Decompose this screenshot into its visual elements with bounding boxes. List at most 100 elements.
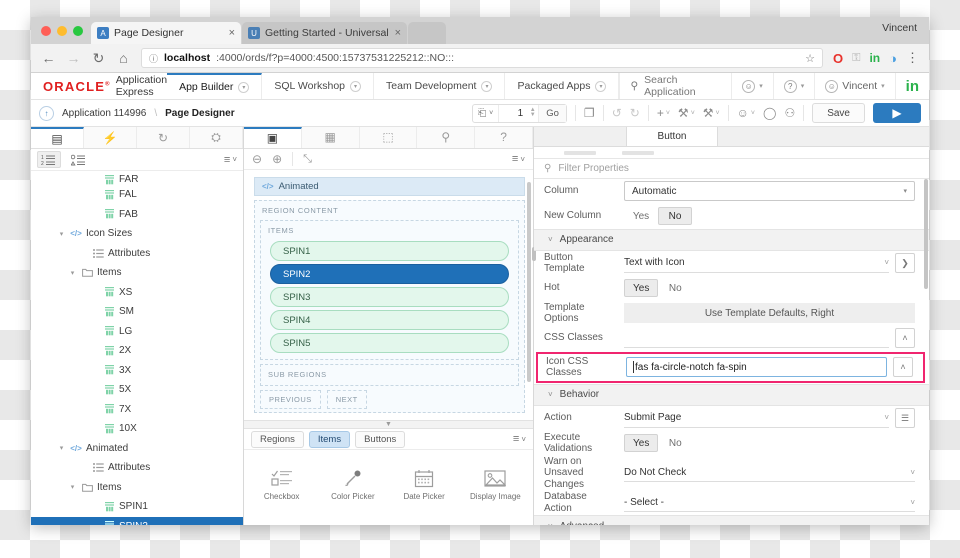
- column-select[interactable]: Automatic ▾: [624, 181, 915, 202]
- url-input[interactable]: ⓘ localhost:4000/ords/f?p=4000:4500:1573…: [141, 48, 823, 68]
- icon-css-classes-expand-button[interactable]: ˄: [893, 357, 913, 378]
- browser-tab-getting-started[interactable]: U Getting Started - Universal Th ×: [242, 22, 407, 44]
- tab-page-shared-components[interactable]: ⛭: [190, 127, 243, 149]
- chevron-down-icon[interactable]: ▾: [350, 80, 362, 92]
- twisty-icon[interactable]: ▾: [68, 269, 77, 277]
- tab-messages[interactable]: ⬚: [360, 127, 418, 148]
- database-action-field[interactable]: - Select - ˅: [624, 493, 915, 513]
- tree-node-animated[interactable]: ▾ </> Animated: [31, 439, 243, 459]
- window-controls[interactable]: [39, 17, 91, 44]
- bookmark-star-icon[interactable]: ☆: [805, 52, 815, 65]
- tree-node-3x[interactable]: 3X: [31, 361, 243, 381]
- undo-icon[interactable]: ↺: [612, 106, 622, 120]
- utilities-icon[interactable]: ⚒ ˅: [678, 106, 695, 120]
- tab-layout[interactable]: ▣: [244, 127, 302, 148]
- chevron-down-icon[interactable]: ▾: [481, 80, 493, 92]
- tab-dynamic-actions[interactable]: ⚡: [84, 127, 137, 149]
- nav-tab-app-builder[interactable]: App Builder ▾: [167, 73, 263, 99]
- tree-node-far[interactable]: FAR: [31, 173, 243, 185]
- page-selector-dropdown[interactable]: ⎗ ˅: [473, 104, 500, 122]
- css-classes-action-button[interactable]: ˄: [895, 328, 915, 349]
- maximize-window-button[interactable]: [73, 25, 83, 36]
- close-icon[interactable]: ×: [229, 27, 235, 39]
- gallery-item-file-browse-[interactable]: File Browse...: [317, 513, 388, 525]
- filter-properties-input[interactable]: ⚲ Filter Properties: [534, 158, 929, 179]
- new-tab-button[interactable]: [408, 22, 446, 44]
- linkedin-icon[interactable]: in: [896, 73, 929, 99]
- go-button[interactable]: Go: [538, 104, 566, 122]
- tree-node-spin2[interactable]: SPIN2: [31, 516, 243, 525]
- comments-icon[interactable]: ◯: [763, 106, 776, 120]
- run-button[interactable]: ▶: [873, 103, 921, 123]
- page-lock-icon[interactable]: ☺ ˅: [737, 106, 755, 120]
- button-template-field[interactable]: Text with Icon ˅: [624, 254, 889, 273]
- admin-menu[interactable]: ☺ ▾: [732, 73, 774, 99]
- search-application-input[interactable]: ⚲ Search Application: [620, 73, 733, 99]
- up-arrow-icon[interactable]: ↑: [39, 105, 54, 121]
- layout-item-spin2[interactable]: SPIN2: [270, 264, 509, 285]
- tab-page-shared-components[interactable]: ▦: [302, 127, 360, 148]
- gallery-item-hidden[interactable]: Hidden: [389, 513, 460, 525]
- gallery-item-checkbox[interactable]: Checkbox: [246, 456, 317, 513]
- opera-icon[interactable]: O: [833, 51, 843, 66]
- close-icon[interactable]: ×: [395, 27, 401, 39]
- user-menu[interactable]: ☺ Vincent ▾: [815, 73, 896, 99]
- tree-node-fal[interactable]: FAL: [31, 185, 243, 205]
- browser-tab-page-designer[interactable]: A Page Designer ×: [91, 22, 241, 44]
- page-layout-canvas[interactable]: </> Animated REGION CONTENT ITEMS SPIN1 …: [244, 170, 533, 421]
- forward-icon[interactable]: →: [66, 50, 81, 66]
- layout-gallery-splitter[interactable]: ▼: [244, 420, 533, 430]
- template-options-button[interactable]: Use Template Defaults, Right: [624, 303, 915, 324]
- gallery-menu-button[interactable]: ≡ ˅: [513, 433, 526, 445]
- chevron-down-icon[interactable]: ˅: [884, 413, 889, 422]
- expand-icon[interactable]: ⤡: [303, 153, 312, 166]
- layout-item-spin1[interactable]: SPIN1: [270, 241, 509, 262]
- shared-components-icon[interactable]: ⚒ ˅: [703, 106, 720, 120]
- sub-regions-dropzone[interactable]: SUB REGIONS: [260, 364, 519, 387]
- nav-tab-sql-workshop[interactable]: SQL Workshop ▾: [262, 73, 375, 99]
- tab-rendering[interactable]: ▤: [31, 127, 84, 149]
- tree-node-fab[interactable]: FAB: [31, 205, 243, 225]
- button-template-action-button[interactable]: ❯: [895, 253, 915, 274]
- nav-tab-packaged-apps[interactable]: Packaged Apps ▾: [505, 73, 620, 99]
- new-column-toggle[interactable]: Yes No: [624, 207, 692, 226]
- chevron-down-icon[interactable]: ˅: [910, 468, 915, 477]
- twisty-icon[interactable]: ▾: [57, 230, 66, 238]
- region-content-dropzone[interactable]: REGION CONTENT ITEMS SPIN1 SPIN2 SPIN3 S…: [254, 200, 525, 414]
- site-info-icon[interactable]: ⓘ: [149, 52, 158, 65]
- page-number-input[interactable]: 1: [499, 105, 527, 122]
- toggle-option-no[interactable]: No: [658, 434, 692, 452]
- tree-node-items[interactable]: ▾ Items: [31, 478, 243, 498]
- tree-node-icon-sizes[interactable]: ▾ </> Icon Sizes: [31, 224, 243, 244]
- toggle-option-no[interactable]: No: [658, 207, 692, 226]
- chrome-menu-icon[interactable]: ⋮: [906, 50, 919, 66]
- chevron-down-icon[interactable]: ˅: [884, 258, 889, 267]
- tree-node-sm[interactable]: SM: [31, 302, 243, 322]
- tree-node-spin1[interactable]: SPIN1: [31, 497, 243, 517]
- property-tab-left[interactable]: [534, 127, 626, 146]
- layout-menu-button[interactable]: ≡ ˅: [512, 153, 525, 165]
- property-section-advanced[interactable]: ˅ Advanced: [534, 515, 929, 525]
- redo-icon[interactable]: ↻: [630, 106, 640, 120]
- action-field[interactable]: Submit Page ˅: [624, 409, 889, 428]
- close-window-button[interactable]: [41, 25, 51, 36]
- left-pane-menu-button[interactable]: ≡ ˅: [224, 154, 237, 166]
- toggle-option-no[interactable]: No: [658, 279, 692, 297]
- save-button[interactable]: Save: [812, 103, 865, 123]
- tree-node-lg[interactable]: LG: [31, 322, 243, 342]
- tab-help[interactable]: ?: [475, 127, 533, 148]
- twisty-icon[interactable]: ▾: [68, 483, 77, 491]
- items-dropzone[interactable]: ITEMS SPIN1 SPIN2 SPIN3 SPIN4 SPIN5: [260, 220, 519, 361]
- layout-scrollbar[interactable]: [527, 182, 531, 383]
- tab-page-search[interactable]: ⚲: [417, 127, 476, 148]
- property-tab-button[interactable]: Button: [626, 127, 718, 147]
- warn-on-unsaved-changes-field[interactable]: Do Not Check ˅: [624, 463, 915, 483]
- gallery-item-date-picker[interactable]: Date Picker: [389, 456, 460, 513]
- copy-page-icon[interactable]: ❐: [584, 106, 595, 120]
- toggle-option-yes[interactable]: Yes: [624, 434, 659, 453]
- property-section-appearance[interactable]: ˅ Appearance: [534, 228, 929, 251]
- toggle-option-yes[interactable]: Yes: [624, 207, 658, 225]
- tree-node-5x[interactable]: 5X: [31, 380, 243, 400]
- zoom-out-icon[interactable]: ⊖: [252, 152, 262, 166]
- tab-processing[interactable]: ↻: [137, 127, 190, 149]
